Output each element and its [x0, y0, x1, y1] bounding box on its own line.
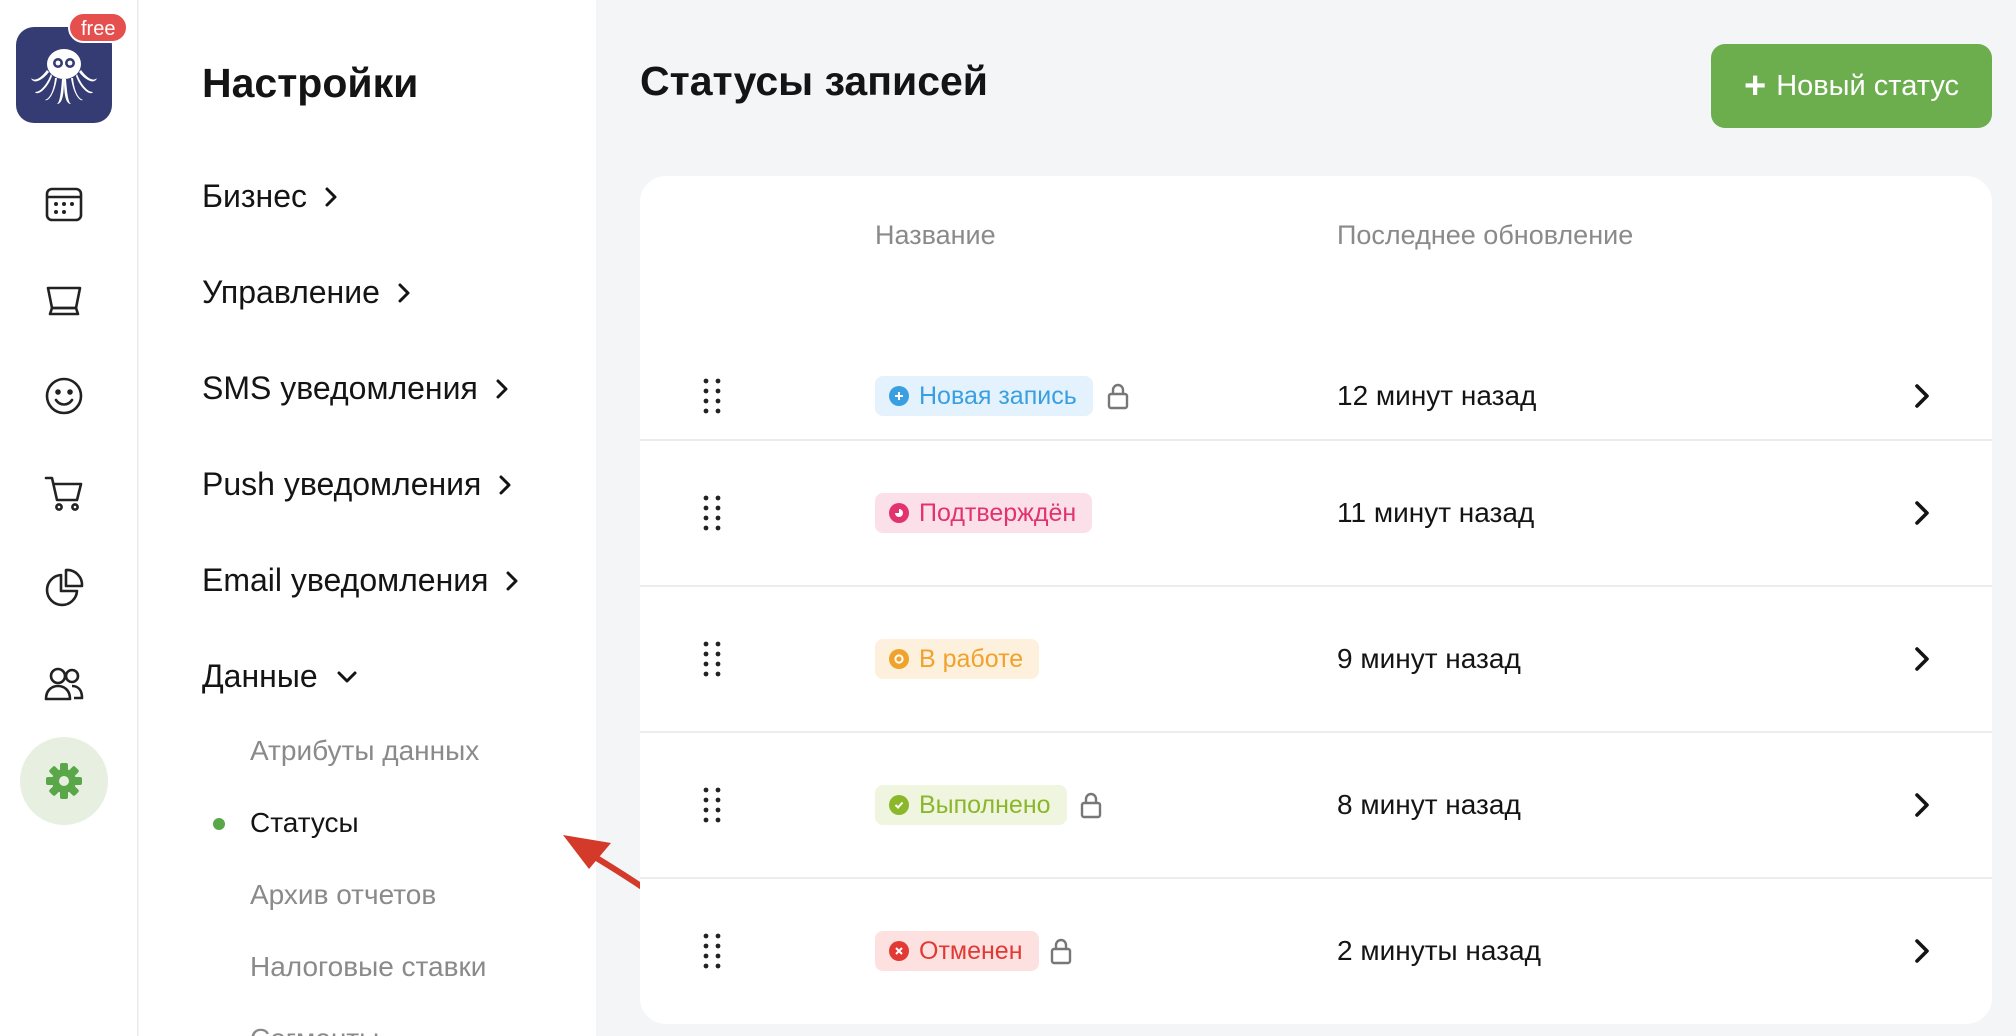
status-badge-cancelled: Отменен	[875, 931, 1039, 971]
progress-icon	[889, 649, 909, 669]
chevron-right-icon	[398, 283, 410, 302]
status-badge-done: Выполнено	[875, 785, 1067, 825]
updated-time: 2 минуты назад	[1337, 935, 1541, 966]
nav-item-data[interactable]: Данные	[202, 658, 360, 695]
page-title: Статусы записей	[640, 58, 988, 104]
settings-sidebar: Настройки Бизнес Управление SMS уведомле…	[139, 0, 717, 1036]
nav-item-label: Email уведомления	[202, 562, 489, 598]
pie-chart-icon[interactable]	[40, 564, 88, 612]
status-label: Новая запись	[919, 381, 1077, 410]
calendar-icon[interactable]	[40, 180, 88, 228]
icon-rail: free	[0, 0, 138, 1036]
status-label: Подтверждён	[919, 498, 1077, 527]
status-label: Выполнено	[919, 790, 1051, 819]
column-header-updated: Последнее обновление	[1337, 220, 1634, 250]
subnav-tax-rates[interactable]: Налоговые ставки	[250, 951, 486, 983]
nav-item-management[interactable]: Управление	[202, 274, 412, 311]
active-indicator-dot	[213, 818, 225, 830]
lock-icon	[1050, 938, 1072, 965]
nav-item-push[interactable]: Push уведомления	[202, 466, 513, 503]
nav-item-sms[interactable]: SMS уведомления	[202, 370, 510, 407]
chevron-right-icon[interactable]	[1912, 936, 1932, 966]
nav-item-business[interactable]: Бизнес	[202, 178, 339, 215]
updated-time: 12 минут назад	[1337, 380, 1537, 411]
new-status-button-label: Новый статус	[1776, 69, 1959, 102]
chevron-right-icon	[506, 571, 518, 590]
table-row[interactable]: Отменен 2 минуты назад	[640, 877, 1992, 1023]
chevron-right-icon	[499, 475, 511, 494]
status-badge-new: Новая запись	[875, 376, 1093, 416]
subnav-data-attributes[interactable]: Атрибуты данных	[250, 735, 479, 767]
chevron-right-icon	[325, 187, 337, 206]
nav-item-email[interactable]: Email уведомления	[202, 562, 520, 599]
settings-title: Настройки	[202, 60, 419, 106]
status-badge-confirmed: Подтверждён	[875, 493, 1093, 533]
smile-icon[interactable]	[40, 372, 88, 420]
drag-handle-icon[interactable]	[700, 785, 724, 825]
settings-nav-active[interactable]	[20, 737, 108, 825]
updated-time: 8 минут назад	[1337, 789, 1521, 820]
subnav-segments[interactable]: Сегменты	[250, 1023, 379, 1036]
status-badge-in-progress: В работе	[875, 639, 1040, 679]
table-row[interactable]: В работе 9 минут назад	[640, 585, 1992, 731]
cart-icon[interactable]	[40, 468, 88, 516]
status-label: В работе	[919, 644, 1024, 673]
drag-handle-icon[interactable]	[700, 376, 724, 416]
chevron-right-icon	[496, 379, 508, 398]
chevron-right-icon[interactable]	[1912, 790, 1932, 820]
chevron-down-icon	[337, 671, 357, 682]
nav-item-label: Бизнес	[202, 178, 308, 214]
statuses-table: Название Последнее обновление Новая запи…	[640, 176, 1992, 1024]
updated-time: 9 минут назад	[1337, 643, 1521, 674]
new-status-button[interactable]: + Новый статус	[1711, 44, 1992, 128]
gear-icon	[46, 763, 82, 799]
lock-icon	[1080, 792, 1102, 819]
nav-item-label: Push уведомления	[202, 466, 482, 502]
status-label: Отменен	[919, 936, 1023, 965]
drag-handle-icon[interactable]	[700, 493, 724, 533]
nav-item-label: Управление	[202, 274, 380, 310]
chevron-right-icon[interactable]	[1912, 644, 1932, 674]
subnav-report-archive[interactable]: Архив отчетов	[250, 879, 436, 911]
plan-badge: free	[68, 12, 129, 43]
plus-icon: +	[1743, 65, 1767, 107]
table-row[interactable]: Подтверждён 11 минут назад	[640, 439, 1992, 585]
updated-time: 11 минут назад	[1337, 497, 1535, 528]
clock-icon	[889, 503, 909, 523]
x-circle-icon	[889, 941, 909, 961]
chevron-right-icon[interactable]	[1912, 381, 1932, 411]
column-header-name: Название	[875, 220, 996, 250]
plus-circle-icon	[889, 386, 909, 406]
subnav-statuses[interactable]: Статусы	[250, 807, 359, 839]
chevron-right-icon[interactable]	[1912, 498, 1932, 528]
octopus-icon	[31, 49, 97, 104]
box-icon[interactable]	[40, 276, 88, 324]
nav-item-label: Данные	[202, 658, 318, 694]
users-icon[interactable]	[40, 660, 88, 708]
lock-icon	[1107, 383, 1129, 410]
nav-item-label: SMS уведомления	[202, 370, 478, 406]
check-circle-icon	[889, 795, 909, 815]
table-row[interactable]: Выполнено 8 минут назад	[640, 731, 1992, 877]
drag-handle-icon[interactable]	[700, 931, 724, 971]
drag-handle-icon[interactable]	[700, 639, 724, 679]
